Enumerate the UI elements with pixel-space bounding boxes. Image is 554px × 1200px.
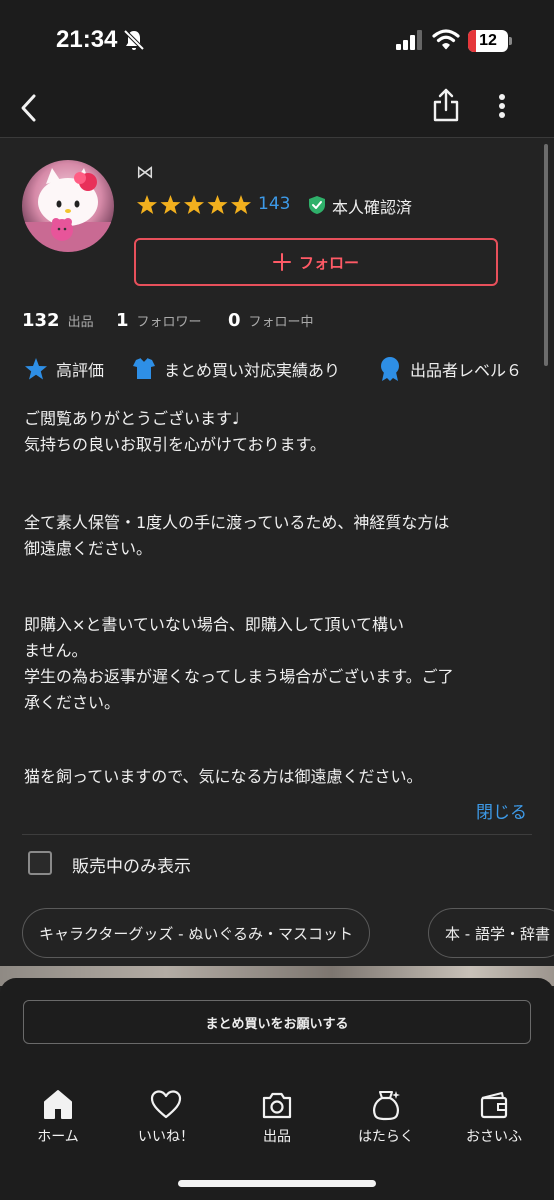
battery-indicator: 12 [468, 30, 508, 52]
close-bio-link[interactable]: 閉じる [476, 798, 527, 823]
stat-listings: 132 出品 [22, 310, 94, 331]
avatar[interactable] [22, 160, 114, 252]
bio-paragraph: 全て素人保管・1度人の手に渡っているため、神経質な方は 御遠慮ください。 [24, 513, 450, 558]
shirt-icon [133, 357, 155, 379]
bell-muted-icon [123, 29, 145, 51]
category-chip[interactable]: 本 - 語学・辞書 [428, 908, 554, 958]
tab-home[interactable]: ホーム [8, 1088, 108, 1150]
wallet-icon [480, 1092, 508, 1119]
status-time: 21:34 [56, 26, 118, 53]
tab-label: はたらく [358, 1129, 414, 1145]
badge-label: まとめ買い対応実績あり [164, 361, 341, 380]
status-bar: 21:34 12 [0, 0, 554, 80]
divider [22, 834, 532, 835]
stat-label: フォロー中 [248, 315, 314, 330]
camera-icon [262, 1092, 292, 1119]
badge-high-rating: 高評価 [24, 356, 104, 382]
star-icon [137, 195, 157, 214]
shop-name: ⋈ [136, 162, 154, 183]
star-icon [160, 195, 181, 214]
home-indicator [178, 1180, 376, 1187]
signal-icon [396, 30, 422, 50]
tab-label: 出品 [263, 1129, 291, 1145]
on-sale-only-checkbox[interactable] [28, 851, 52, 875]
bio-paragraph: 即購入×と書いていない場合、即購入して頂いて構い ません。 学生の為お返事が遅く… [24, 615, 454, 712]
heart-icon [150, 1090, 182, 1119]
category-chip[interactable]: キャラクターグッズ - ぬいぐるみ・マスコット [22, 908, 371, 958]
review-count-link[interactable]: 143 [258, 194, 290, 214]
money-bag-icon [373, 1091, 400, 1121]
nav-bar [0, 80, 554, 138]
bulk-request-button[interactable]: まとめ買いをお願いする [23, 1000, 531, 1044]
follow-button[interactable]: フォロー [134, 238, 498, 286]
battery-nub [509, 37, 512, 45]
stat-followers[interactable]: 1 フォロワー [116, 310, 202, 331]
bio-paragraph: ご閲覧ありがとうございます♩ 気持ちの良いお取引を心がけております。 [24, 409, 326, 454]
stat-following[interactable]: 0 フォロー中 [228, 310, 314, 331]
badge-seller-level: 出品者レベル６ [378, 356, 522, 382]
stat-value: 132 [22, 310, 60, 331]
badge-bulk-purchase: まとめ買い対応実績あり [132, 356, 340, 382]
tab-work[interactable]: はたらく [336, 1088, 436, 1150]
verified-label: 本人確認済 [332, 198, 413, 217]
bio-paragraph: 猫を飼っていますので、気になる方は御遠慮ください。 [24, 767, 423, 786]
badge-label: 高評価 [56, 361, 105, 380]
more-vertical-icon[interactable] [488, 86, 516, 126]
wifi-icon [432, 29, 460, 50]
battery-percent: 12 [479, 32, 497, 49]
tab-likes[interactable]: いいね！ [116, 1088, 216, 1150]
star-icon [231, 195, 251, 214]
tab-sell[interactable]: 出品 [227, 1088, 327, 1150]
stat-label: 出品 [67, 315, 94, 330]
tab-wallet[interactable]: おさいふ [444, 1088, 544, 1150]
on-sale-only-label[interactable]: 販売中のみ表示 [72, 852, 191, 877]
star-icon [207, 195, 228, 214]
plus-icon [272, 253, 291, 271]
tab-label: おさいふ [466, 1129, 522, 1145]
rating-stars [137, 195, 251, 214]
stat-label: フォロワー [136, 315, 202, 330]
tab-label: いいね！ [138, 1129, 194, 1145]
verified-shield-icon [309, 196, 325, 214]
stat-value: 0 [228, 310, 241, 331]
star-icon [25, 358, 47, 380]
tab-label: ホーム [37, 1129, 79, 1145]
back-arrow-icon[interactable] [14, 88, 46, 128]
badge-label: 出品者レベル６ [410, 361, 523, 380]
scrollbar[interactable] [544, 144, 548, 366]
medal-icon [381, 357, 399, 381]
stat-value: 1 [116, 310, 129, 331]
home-icon [44, 1090, 72, 1119]
share-icon[interactable] [430, 86, 462, 126]
star-icon [184, 195, 204, 214]
follow-label: フォロー [298, 253, 359, 272]
